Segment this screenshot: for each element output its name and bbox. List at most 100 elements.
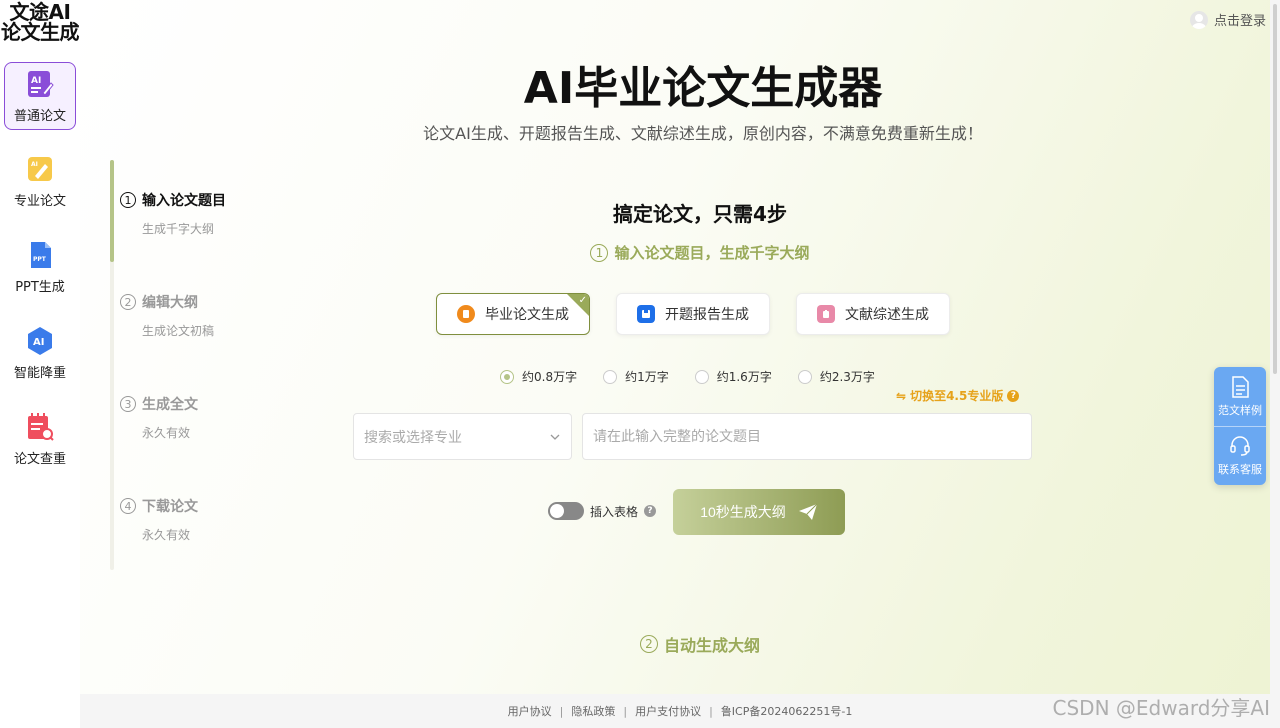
form-inputs: 搜索或选择专业 — [353, 413, 1032, 460]
radio-label: 约0.8万字 — [522, 370, 578, 384]
footer-icp[interactable]: 鲁ICP备2024062251号-1 — [721, 703, 853, 719]
step-title: 生成全文 — [142, 397, 198, 413]
step-subtitle: 生成千字大纲 — [142, 222, 215, 236]
step-3[interactable]: 3 生成全文 永久有效 — [120, 394, 198, 441]
type-review-button[interactable]: 文献综述生成 — [796, 293, 950, 335]
check-icon: ✓ — [578, 295, 587, 306]
footer-separator: | — [559, 704, 564, 718]
footer-link-privacy[interactable]: 隐私政策 — [571, 703, 615, 719]
sidebar-item-label: 普通论文 — [13, 108, 66, 124]
ai-badge-icon: AI — [28, 326, 52, 355]
steps-panel: 1 输入论文题目 生成千字大纲 2 编辑大纲 生成论文初稿 3 生成全文 永久有效 4… — [108, 160, 268, 570]
radio-label: 约1.6万字 — [716, 370, 772, 384]
step-title: 编辑大纲 — [142, 295, 198, 311]
step-subtitle: 永久有效 — [142, 426, 191, 440]
insert-table-row: 插入表格 ? — [548, 502, 657, 520]
sidebar-item-normal-paper[interactable]: AI 普通论文 — [4, 62, 76, 130]
paper-type-group: 毕业论文生成 ✓ 开题报告生成 文献综述生成 — [436, 293, 950, 335]
step-number: 3 — [120, 396, 136, 412]
app-logo[interactable]: 文途AI论文生成 — [0, 0, 80, 60]
type-proposal-button[interactable]: 开题报告生成 — [616, 293, 770, 335]
radio-label: 约1万字 — [625, 370, 669, 384]
headset-icon — [1230, 436, 1250, 456]
radio-dot — [500, 369, 514, 384]
next-step-label: 2 自动生成大纲 — [600, 632, 800, 656]
radio-label: 约2.3万字 — [819, 370, 875, 384]
step-number: 1 — [120, 192, 136, 208]
sample-button[interactable]: 范文样例 — [1214, 367, 1266, 426]
next-step-text: 自动生成大纲 — [663, 636, 760, 655]
generate-outline-button[interactable]: 10秒生成大纲 — [673, 489, 845, 535]
steps-rail-progress — [110, 160, 114, 262]
type-label: 文献综述生成 — [845, 307, 929, 323]
radio-dot — [797, 369, 812, 384]
watermark: CSDN @Edward分享AI — [1052, 696, 1270, 720]
step-number: 2 — [639, 635, 658, 653]
sidebar-item-plagiarism[interactable]: 论文查重 — [4, 404, 76, 474]
sidebar-item-label: PPT生成 — [15, 279, 65, 295]
sidebar-item-label: 智能降重 — [13, 365, 66, 381]
document-icon — [1232, 375, 1249, 398]
insert-table-toggle[interactable] — [548, 502, 584, 520]
sidebar-item-label: 论文查重 — [13, 451, 66, 467]
switch-pro-link[interactable]: ⇋ 切换至4.5专业版 ? — [896, 387, 1020, 404]
login-button[interactable]: 点击登录 — [1189, 10, 1266, 29]
page-title: AI毕业论文生成器 — [523, 63, 883, 114]
pro-doc-icon: AI — [28, 156, 52, 181]
svg-text:AI: AI — [31, 76, 41, 86]
radio-dot — [603, 369, 618, 384]
word-option-radio[interactable]: 约1万字 — [603, 368, 669, 385]
word-option-radio[interactable]: 约0.8万字 — [500, 368, 577, 385]
service-label: 联系客服 — [1218, 463, 1262, 476]
word-option-radio[interactable]: 约1.6万字 — [694, 368, 772, 385]
doc-icon — [457, 305, 475, 323]
chevron-down-icon — [550, 434, 560, 440]
clipboard-icon — [817, 305, 835, 323]
paper-title-input[interactable] — [582, 413, 1032, 460]
check-doc-icon — [28, 412, 54, 441]
sidebar: 文途AI论文生成 AI 普通论文 AI 专业论文 PPT PPT生成 AI 智能… — [0, 0, 80, 728]
step-subtitle: 生成论文初稿 — [142, 324, 215, 338]
radio-dot — [694, 369, 709, 384]
save-icon — [637, 305, 655, 323]
step-4[interactable]: 4 下载论文 永久有效 — [120, 496, 198, 543]
step-number: 1 — [590, 243, 609, 262]
switch-pro-label: 切换至4.5专业版 — [910, 389, 1004, 403]
type-label: 毕业论文生成 — [485, 307, 569, 323]
footer-separator: | — [623, 704, 628, 718]
sidebar-item-label: 专业论文 — [13, 193, 66, 209]
scrollbar[interactable] — [1270, 0, 1280, 694]
form-heading: 搞定论文，只需4步 — [613, 202, 787, 226]
word-option-radio[interactable]: 约2.3万字 — [797, 368, 875, 385]
customer-service-button[interactable]: 联系客服 — [1214, 426, 1266, 485]
footer-link-payment[interactable]: 用户支付协议 — [635, 703, 701, 719]
help-icon[interactable]: ? — [1007, 389, 1020, 402]
sidebar-item-ppt[interactable]: PPT PPT生成 — [4, 232, 76, 302]
step-2[interactable]: 2 编辑大纲 生成论文初稿 — [120, 292, 214, 339]
step-number: 4 — [120, 498, 136, 514]
avatar — [1189, 10, 1208, 29]
help-icon[interactable]: ? — [644, 505, 657, 517]
page-subtitle: 论文AI生成、开题报告生成、文献综述生成，原创内容，不满意免费重新生成！ — [423, 124, 983, 143]
scrollbar-thumb[interactable] — [1273, 4, 1277, 374]
sidebar-item-rewrite[interactable]: AI 智能降重 — [4, 318, 76, 388]
sample-label: 范文样例 — [1218, 403, 1262, 417]
paper-plane-icon — [798, 503, 818, 520]
type-thesis-button[interactable]: 毕业论文生成 ✓ — [436, 293, 590, 335]
generate-label: 10秒生成大纲 — [700, 504, 786, 520]
svg-text:AI: AI — [33, 337, 44, 348]
floating-actions: 范文样例 联系客服 — [1214, 367, 1266, 485]
major-placeholder: 搜索或选择专业 — [364, 429, 462, 446]
ai-doc-icon: AI — [28, 70, 54, 97]
step-title: 下载论文 — [142, 499, 198, 515]
ppt-icon: PPT — [31, 241, 51, 268]
step-1[interactable]: 1 输入论文题目 生成千字大纲 — [120, 190, 226, 237]
sidebar-item-pro-paper[interactable]: AI 专业论文 — [4, 146, 76, 216]
step-number: 2 — [120, 294, 136, 310]
major-select[interactable]: 搜索或选择专业 — [353, 413, 572, 460]
switch-arrows-icon: ⇋ — [896, 388, 907, 403]
login-label: 点击登录 — [1213, 14, 1266, 29]
footer-link-terms[interactable]: 用户协议 — [508, 703, 552, 719]
form-step-text: 输入论文题目，生成千字大纲 — [614, 244, 810, 262]
word-count-group: 约0.8万字 约1万字 约1.6万字 约2.3万字 — [500, 368, 875, 385]
